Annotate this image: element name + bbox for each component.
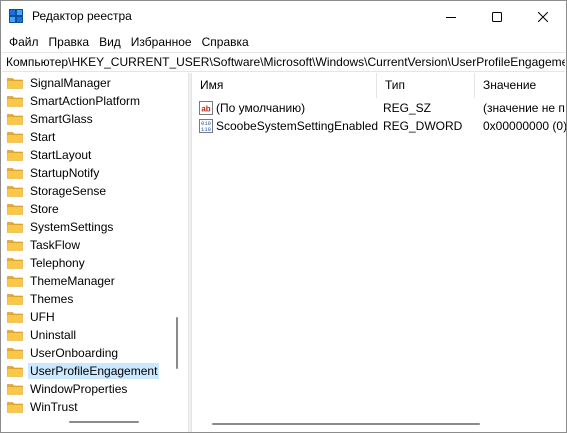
- menu-help[interactable]: Справка: [197, 32, 254, 52]
- minimize-icon: [446, 16, 456, 18]
- folder-icon: [7, 258, 23, 269]
- value-name: (По умолчанию): [216, 101, 306, 115]
- list-horizontal-scrollbar[interactable]: [212, 423, 480, 425]
- folder-icon: [7, 168, 23, 179]
- tree-item-label: WinTrust: [30, 400, 78, 414]
- tree-item[interactable]: SignalManager: [1, 74, 187, 92]
- tree-item[interactable]: UserProfileEngagement: [1, 362, 187, 380]
- registry-editor-window: Редактор реестра Файл Правка Вид Избранн…: [0, 0, 567, 433]
- tree-item[interactable]: Uninstall: [1, 326, 187, 344]
- column-header-type[interactable]: Тип: [377, 73, 475, 98]
- tree-item-label: Start: [30, 130, 56, 144]
- column-header-value[interactable]: Значение: [475, 73, 566, 98]
- column-header-name[interactable]: Имя: [192, 73, 377, 98]
- tree-item[interactable]: SystemSettings: [1, 218, 187, 236]
- tree-item[interactable]: SmartGlass: [1, 110, 187, 128]
- value-type: REG_DWORD: [383, 119, 463, 133]
- folder-icon: [7, 312, 23, 323]
- value-row-scoobe[interactable]: 010 110 ScoobeSystemSettingEnabled REG_D…: [192, 117, 566, 135]
- tree-item-label: Uninstall: [30, 328, 77, 342]
- tree-item-label: UserProfileEngagement: [28, 363, 160, 379]
- value-type: REG_SZ: [383, 101, 432, 115]
- folder-icon: [7, 240, 23, 251]
- tree-vertical-scrollbar[interactable]: [176, 317, 178, 369]
- tree-item[interactable]: UserOnboarding: [1, 344, 187, 362]
- folder-icon: [7, 384, 23, 395]
- values-list: Имя Тип Значение ab (По умолчанию) REG_S…: [192, 73, 566, 432]
- tree-item-label: TaskFlow: [30, 238, 81, 252]
- folder-icon: [7, 114, 23, 125]
- tree-item-label: StartupNotify: [30, 166, 100, 180]
- tree-item-label: SmartGlass: [30, 112, 93, 126]
- tree-item-label: WindowProperties: [30, 382, 128, 396]
- svg-text:110: 110: [201, 126, 211, 133]
- tree-item[interactable]: WindowProperties: [1, 380, 187, 398]
- value-data: (значение не п: [483, 101, 565, 115]
- folder-icon: [7, 222, 23, 233]
- tree-item[interactable]: TaskFlow: [1, 236, 187, 254]
- tree-item[interactable]: ThemeManager: [1, 272, 187, 290]
- folder-icon: [7, 402, 23, 413]
- address-bar[interactable]: Компьютер\HKEY_CURRENT_USER\Software\Mic…: [2, 52, 565, 72]
- maximize-icon: [492, 11, 502, 22]
- tree-item-label: Themes: [30, 292, 74, 306]
- folder-icon: [7, 186, 23, 197]
- close-icon: [538, 11, 548, 22]
- value-name: ScoobeSystemSettingEnabled: [216, 119, 379, 133]
- folder-icon: [7, 294, 23, 305]
- menu-view[interactable]: Вид: [94, 32, 126, 52]
- maximize-button[interactable]: [474, 1, 520, 32]
- tree-item[interactable]: StartLayout: [1, 146, 187, 164]
- menu-file[interactable]: Файл: [4, 32, 44, 52]
- folder-icon: [7, 276, 23, 287]
- folder-icon: [7, 204, 23, 215]
- title-bar[interactable]: Редактор реестра: [1, 1, 566, 32]
- menu-favorites[interactable]: Избранное: [126, 32, 197, 52]
- tree-item-label: StorageSense: [30, 184, 107, 198]
- tree-item[interactable]: WinTrust: [1, 398, 187, 415]
- tree-item[interactable]: Store: [1, 200, 187, 218]
- tree-item-label: Store: [30, 202, 59, 216]
- tree-item-label: StartLayout: [30, 148, 92, 162]
- tree-item-label: UFH: [30, 310, 55, 324]
- folder-icon: [7, 150, 23, 161]
- registry-editor-icon: [9, 9, 23, 23]
- folder-icon: [7, 132, 23, 143]
- menu-bar: Файл Правка Вид Избранное Справка: [1, 32, 566, 52]
- folder-icon: [7, 96, 23, 107]
- close-button[interactable]: [520, 1, 566, 32]
- folder-icon: [7, 348, 23, 359]
- tree-item[interactable]: StartupNotify: [1, 164, 187, 182]
- tree-item[interactable]: StorageSense: [1, 182, 187, 200]
- svg-text:ab: ab: [201, 105, 210, 114]
- tree-item-label: SignalManager: [30, 76, 111, 90]
- tree-item[interactable]: Start: [1, 128, 187, 146]
- value-data: 0x00000000 (0): [483, 119, 566, 133]
- folder-icon: [7, 366, 23, 377]
- tree-item-label: ThemeManager: [30, 274, 115, 288]
- tree-item[interactable]: Telephony: [1, 254, 187, 272]
- tree-item[interactable]: UFH: [1, 308, 187, 326]
- tree-item[interactable]: Themes: [1, 290, 187, 308]
- tree-item[interactable]: SmartActionPlatform: [1, 92, 187, 110]
- minimize-button[interactable]: [428, 1, 474, 32]
- binary-value-icon: 010 110: [199, 119, 213, 133]
- tree-item-label: UserOnboarding: [30, 346, 119, 360]
- tree-item-label: SmartActionPlatform: [30, 94, 141, 108]
- folder-icon: [7, 78, 23, 89]
- folder-icon: [7, 330, 23, 341]
- window-title: Редактор реестра: [32, 9, 132, 23]
- value-row-default[interactable]: ab (По умолчанию) REG_SZ (значение не п: [192, 99, 566, 117]
- tree-horizontal-scrollbar[interactable]: [69, 421, 139, 423]
- string-value-icon: ab: [199, 101, 213, 115]
- tree-item-label: Telephony: [30, 256, 85, 270]
- key-tree[interactable]: SignalManager SmartActionPlatform SmartGla…: [1, 73, 187, 415]
- tree-item-label: SystemSettings: [30, 220, 114, 234]
- menu-edit[interactable]: Правка: [44, 32, 95, 52]
